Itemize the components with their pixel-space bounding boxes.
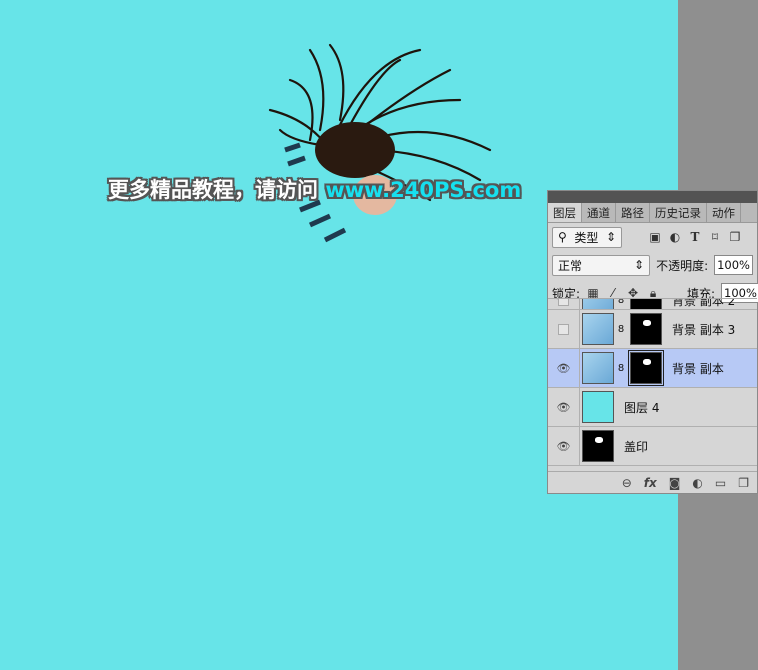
updown-icon: ⇕ xyxy=(605,230,616,244)
tab-paths[interactable]: 路径 xyxy=(616,203,650,222)
blend-mode-select[interactable]: 正常 ⇕ xyxy=(552,254,651,276)
tab-actions[interactable]: 动作 xyxy=(707,203,741,222)
smart-object-filter-icon[interactable]: ❐ xyxy=(728,230,742,244)
layers-list: 8 背景 副本 2 8 背景 副本 3 👁︎ 8 背景 副本 👁︎ 图层 4 👁… xyxy=(548,298,757,466)
layer-name[interactable]: 背景 副本 2 xyxy=(672,299,735,309)
visibility-toggle[interactable] xyxy=(548,310,580,348)
new-layer-icon[interactable]: ❐ xyxy=(738,476,749,490)
watermark-text: 更多精品教程，请访问 xyxy=(108,178,326,202)
watermark: 更多精品教程，请访问 www.240PS.com xyxy=(108,174,521,204)
tab-history[interactable]: 历史记录 xyxy=(650,203,707,222)
eye-icon[interactable]: 👁︎ xyxy=(548,349,580,387)
layers-footer: ⊖ fx ◙ ◐ ▭ ❐ xyxy=(548,471,757,493)
mask-thumbnail[interactable] xyxy=(628,350,664,386)
eye-icon[interactable]: 👁︎ xyxy=(548,427,580,465)
type-filter-icon[interactable]: T xyxy=(688,230,702,244)
new-group-folder-icon[interactable]: ▭ xyxy=(715,476,726,490)
watermark-url: www.240PS.com xyxy=(325,178,522,202)
hair-cutout-image xyxy=(268,43,492,243)
layer-row[interactable]: 👁︎ 图层 4 xyxy=(548,388,757,427)
layer-thumbnail xyxy=(582,299,614,309)
layer-row[interactable]: 👁︎ 盖印 xyxy=(548,427,757,466)
opacity-input[interactable]: 100% xyxy=(714,255,753,275)
fx-icon[interactable]: fx xyxy=(644,476,657,490)
layer-name[interactable]: 盖印 xyxy=(624,438,648,455)
panel-tabs: 图层 通道 路径 历史记录 动作 xyxy=(548,203,757,223)
filter-type-select[interactable]: ⚲ 类型 ⇕ xyxy=(552,226,622,248)
eye-icon[interactable]: 👁︎ xyxy=(548,388,580,426)
layer-row[interactable]: 8 背景 副本 2 xyxy=(548,299,757,310)
shape-filter-icon[interactable]: ⌑ xyxy=(708,230,722,244)
adjustment-layer-icon[interactable]: ◐ xyxy=(692,476,702,490)
visibility-toggle[interactable] xyxy=(548,299,580,309)
opacity-label: 不透明度: xyxy=(656,258,709,273)
adjustment-filter-icon[interactable]: ◐ xyxy=(668,230,682,244)
layer-name[interactable]: 背景 副本 xyxy=(672,360,724,377)
link-icon[interactable]: 8 xyxy=(616,299,626,306)
tab-channels[interactable]: 通道 xyxy=(582,203,616,222)
hidden-checkbox xyxy=(558,323,569,335)
layer-name[interactable]: 背景 副本 3 xyxy=(672,321,735,338)
layers-panel: 图层 通道 路径 历史记录 动作 ⚲ 类型 ⇕ ▣ ◐ T ⌑ ❐ 正常 ⇕ 不透明度… xyxy=(547,190,758,494)
blend-mode-value: 正常 xyxy=(558,258,583,273)
mask-thumbnail[interactable] xyxy=(630,299,662,309)
layer-thumbnail xyxy=(582,430,614,462)
search-icon: ⚲ xyxy=(558,230,567,244)
filter-label: 类型 xyxy=(574,230,599,245)
panel-titlebar[interactable] xyxy=(548,191,757,203)
layer-row-selected[interactable]: 👁︎ 8 背景 副本 xyxy=(548,349,757,388)
image-filter-icon[interactable]: ▣ xyxy=(648,230,662,244)
mask-thumbnail[interactable] xyxy=(630,313,662,345)
link-icon[interactable]: 8 xyxy=(616,363,626,374)
layer-thumbnail xyxy=(582,313,614,345)
layer-name[interactable]: 图层 4 xyxy=(624,399,659,416)
hidden-checkbox xyxy=(558,299,569,306)
layer-thumbnail xyxy=(582,391,614,423)
updown-icon: ⇕ xyxy=(634,258,645,272)
link-layers-icon[interactable]: ⊖ xyxy=(622,476,632,490)
tab-layers[interactable]: 图层 xyxy=(548,203,582,222)
layer-row[interactable]: 8 背景 副本 3 xyxy=(548,310,757,349)
layer-thumbnail xyxy=(582,352,614,384)
link-icon[interactable]: 8 xyxy=(616,324,626,335)
add-mask-icon[interactable]: ◙ xyxy=(669,476,681,490)
